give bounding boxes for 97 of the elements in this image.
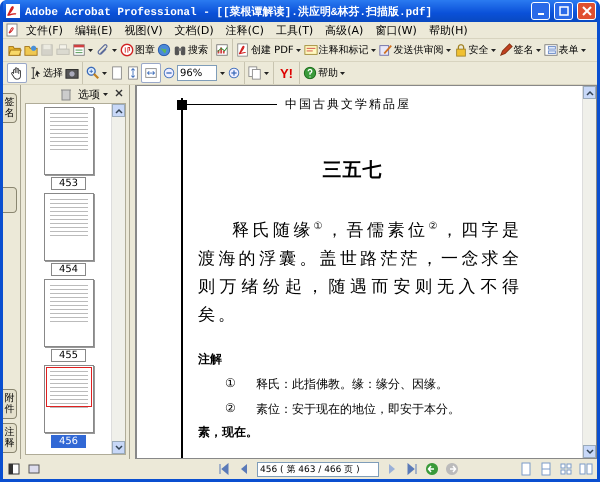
toolbar-button[interactable]: 签名 [498, 40, 543, 60]
continuous-page-icon [539, 462, 553, 476]
lock-icon [454, 43, 468, 57]
print-icon [56, 43, 70, 57]
note-text: 素位：安于现在的地位，即安于本分。 [256, 400, 460, 418]
note-text: 素，现在。 [198, 424, 259, 441]
window-title: Adobe Acrobat Professional - [[菜根谭解读].洪应明&林芬.扫描版.pdf] [25, 4, 434, 18]
close-icon [115, 89, 123, 97]
document-menu-icon [5, 23, 19, 37]
stamp-icon [120, 43, 134, 57]
page-number-field[interactable]: 456 ( 第 463 / 466 页 ) [257, 462, 379, 476]
menu-item[interactable]: 高级(A) [320, 22, 368, 38]
note-icon [304, 43, 318, 57]
minimize-icon [538, 13, 544, 15]
body-paragraph: 释氏随缘$^{①}$，吾儒素位$^{②}$，四字是渡海的浮囊。盖世路茫茫，一念求全则万绪纷起，随遇而安则无入不得矣。 [198, 220, 522, 327]
maximize-icon [558, 6, 568, 16]
side-tab[interactable]: 注释 [3, 423, 17, 453]
menu-item[interactable]: 工具(T) [270, 22, 318, 38]
toolbar-button[interactable]: 发送供审阅 [378, 40, 453, 60]
save-icon [40, 43, 54, 57]
page-thumbnail[interactable] [44, 193, 94, 261]
maximize-button[interactable] [554, 2, 573, 20]
open-folder-icon [8, 43, 22, 57]
close-icon [582, 6, 592, 16]
menu-item[interactable]: 编辑(E) [70, 22, 118, 38]
two-page-icon [579, 462, 593, 476]
page-thumbnail[interactable] [44, 279, 94, 347]
toolbar-button[interactable]: 创建 PDF [235, 40, 303, 60]
view-area-frame[interactable] [46, 367, 92, 407]
globe-icon [157, 43, 171, 57]
zoom-field[interactable]: 96% [177, 65, 217, 81]
page-number-label[interactable]: 455 [50, 349, 86, 362]
pane-toggle-icon [7, 462, 21, 476]
fit-width-icon [144, 66, 158, 80]
toolbar-button[interactable]: 图章 [119, 40, 156, 60]
back-icon [425, 462, 439, 476]
zoom-out-icon [162, 66, 176, 80]
notes-heading: 注解 [198, 350, 223, 368]
menu-item[interactable]: 文件(F) [21, 22, 68, 38]
dropdown-arrow-icon [103, 92, 108, 96]
folder-icon [24, 43, 38, 57]
camera-icon [65, 66, 79, 80]
options-button[interactable]: 选项 [77, 84, 110, 104]
chart-icon [215, 43, 229, 57]
note-text: 释氏：此指佛教。缘：缘分、因缘。 [256, 376, 448, 393]
facing-pages-icon [559, 462, 573, 476]
toolbar-button[interactable]: 选择 [27, 63, 64, 83]
side-tab[interactable] [3, 187, 17, 213]
note-number: ② [225, 400, 236, 417]
note-number: ① [225, 376, 236, 392]
pdf-icon [236, 43, 250, 57]
scroll-up-button[interactable] [112, 104, 125, 117]
page-number-label[interactable]: 453 [50, 177, 86, 190]
yahoo-button[interactable]: Y! [276, 63, 297, 83]
hand-icon [10, 66, 24, 80]
menu-item[interactable]: 文档(D) [170, 22, 219, 38]
forward-icon [445, 462, 459, 476]
scroll-down-button[interactable] [112, 441, 125, 454]
toolbar-button[interactable] [7, 63, 27, 83]
pen-icon [498, 43, 513, 57]
menu-item[interactable]: 帮助(H) [424, 22, 473, 38]
document-icon [72, 43, 86, 57]
fit-page-icon [126, 66, 140, 80]
pages-icon [248, 66, 262, 80]
scroll-up-button[interactable] [583, 86, 596, 99]
last-page-icon [405, 462, 419, 476]
paperclip-icon [96, 43, 110, 57]
single-page-icon [519, 462, 533, 476]
running-head: 中国古典文学精品屋 [285, 96, 411, 113]
menu-item[interactable]: 视图(V) [119, 22, 168, 38]
section-heading: 三五七 [322, 158, 384, 183]
toolbar-button[interactable]: 注释和标记 [302, 40, 378, 60]
side-tab[interactable]: 附件 [3, 389, 17, 419]
first-page-icon [217, 462, 231, 476]
acrobat-logo-icon [5, 3, 21, 19]
zoom-icon [86, 66, 100, 80]
toolbar-button[interactable]: 安全 [452, 40, 498, 60]
page-thumbnail[interactable] [44, 365, 94, 433]
close-button[interactable] [577, 2, 596, 20]
minimize-button[interactable] [531, 2, 550, 20]
zoom-in-icon [227, 66, 241, 80]
menu-item[interactable]: 窗口(W) [370, 22, 422, 38]
toolbar-button[interactable]: 帮助 [302, 63, 347, 83]
scroll-down-button[interactable] [583, 445, 596, 458]
review-icon [378, 43, 393, 57]
page-number-label[interactable]: 454 [50, 263, 86, 276]
page-thumbnail[interactable] [44, 107, 94, 175]
help-icon [303, 66, 317, 80]
menu-item[interactable]: 注释(C) [220, 22, 269, 38]
window-icon [27, 462, 41, 476]
page-icon [110, 66, 124, 80]
toolbar-button[interactable]: 搜索 [172, 40, 209, 60]
toolbar-button[interactable]: 表单 [542, 40, 588, 60]
side-tab[interactable]: 签名 [3, 93, 17, 123]
page-number-label[interactable]: 456 [50, 435, 86, 448]
dropdown-arrow-icon [220, 72, 225, 74]
form-icon [544, 43, 558, 57]
